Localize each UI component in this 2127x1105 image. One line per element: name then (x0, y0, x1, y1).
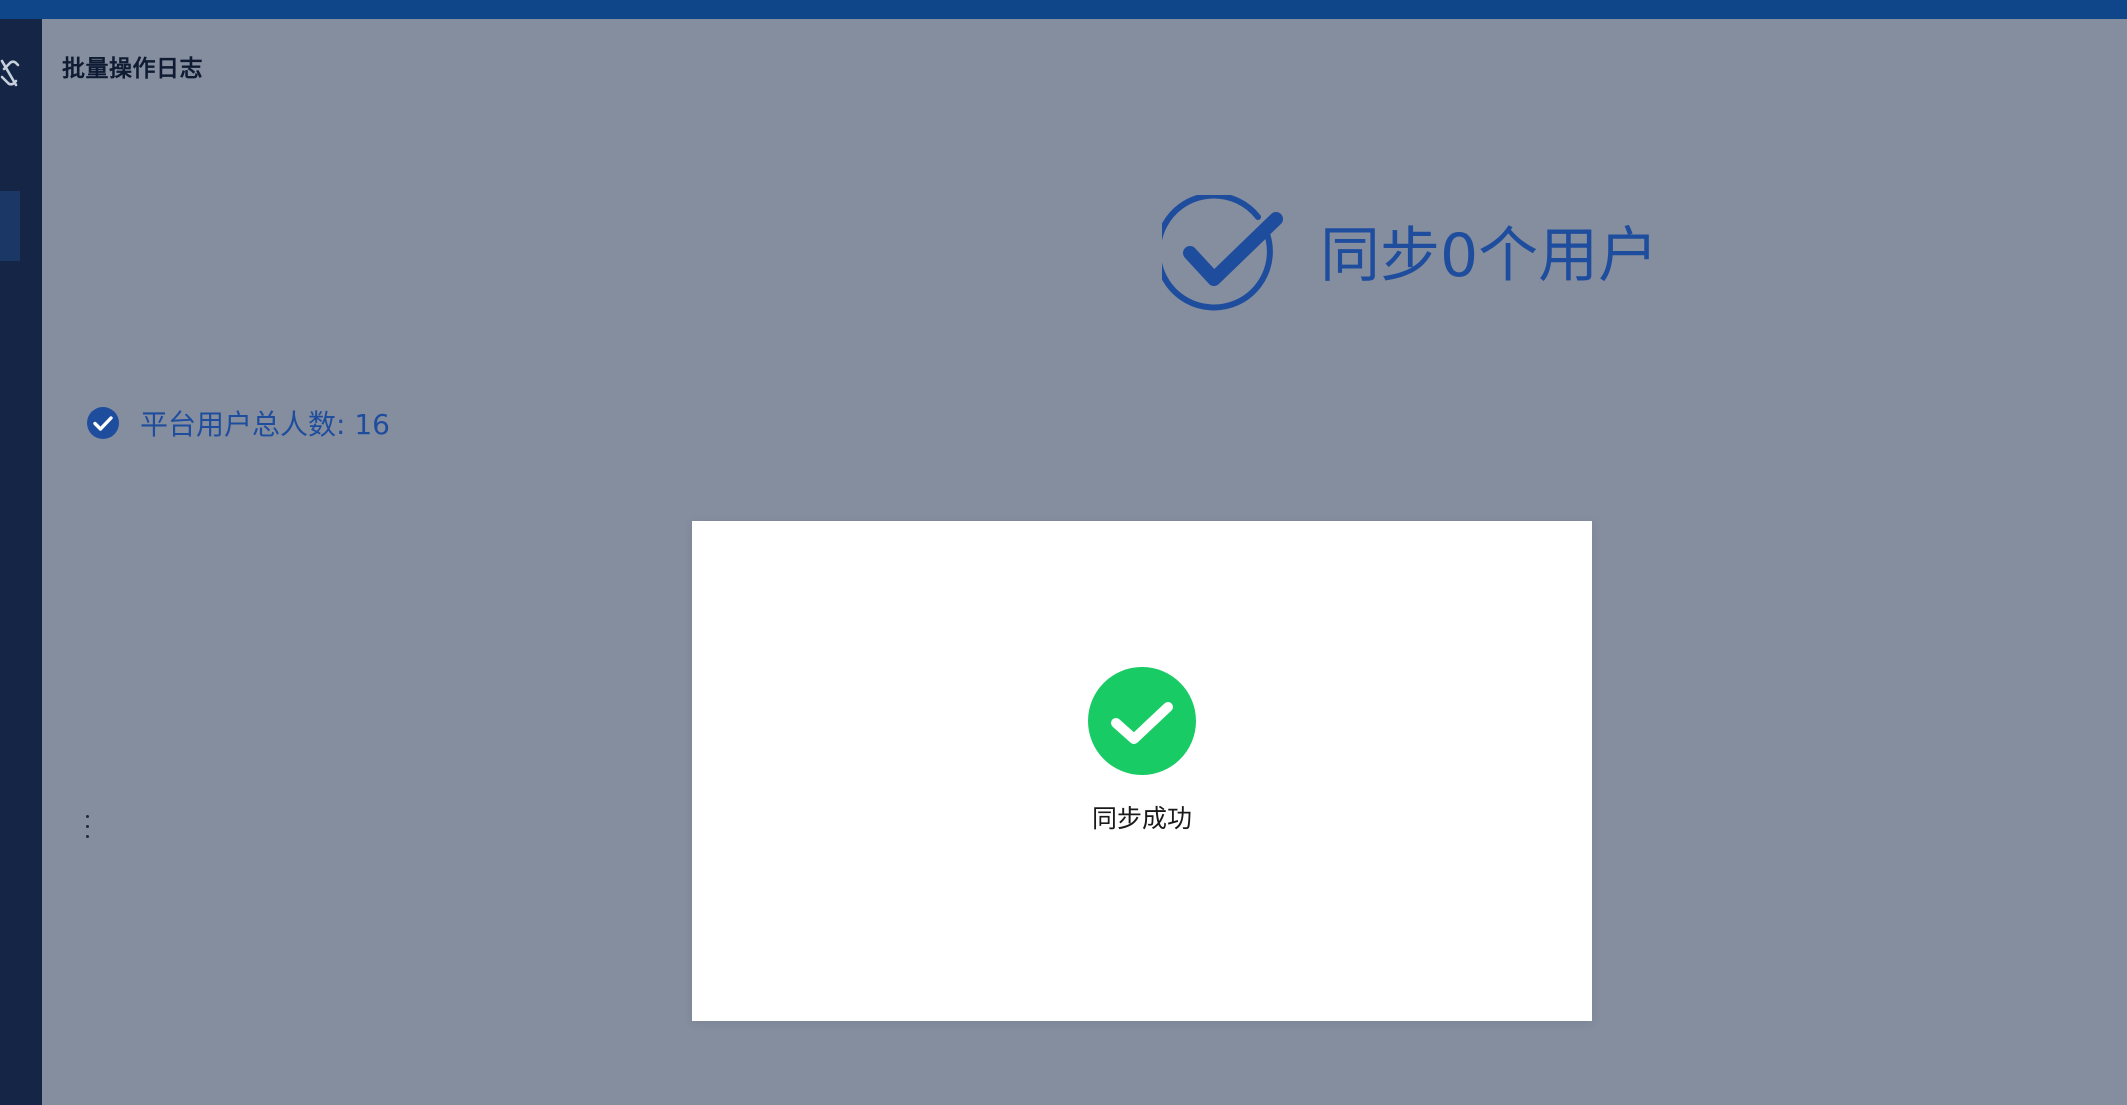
check-badge-icon (87, 407, 119, 439)
page-title: 批量操作日志 (62, 56, 203, 82)
sidebar (0, 19, 42, 1105)
success-message: 同步成功 (1091, 804, 1192, 833)
drag-handle-icon[interactable] (86, 815, 92, 845)
total-users-label: 平台用户总人数: 16 (140, 408, 390, 441)
stat-total-users: 平台用户总人数: 16 (86, 403, 390, 443)
success-dialog: 同步成功 (692, 521, 1592, 1021)
top-bar (0, 0, 2127, 19)
result-title: 同步0个用户 (1320, 221, 1659, 291)
circle-check-icon (1162, 195, 1283, 311)
sidebar-item-active[interactable] (0, 191, 20, 261)
unlink-icon[interactable] (0, 57, 20, 91)
success-check-icon (1088, 667, 1196, 775)
result-header: 同步0个用户 (1162, 195, 1658, 317)
